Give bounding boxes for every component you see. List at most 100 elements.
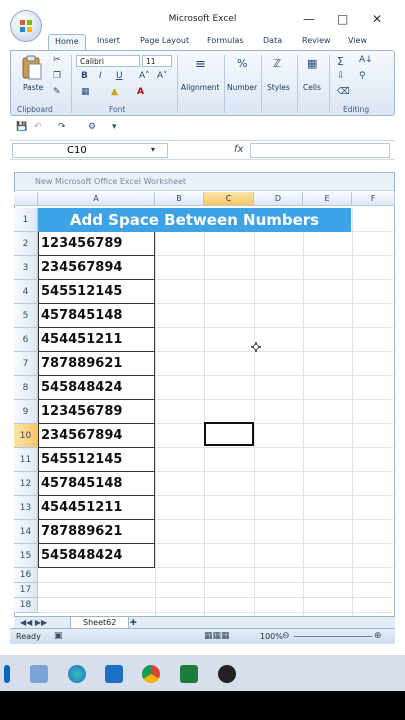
number-label[interactable]: Number: [227, 83, 257, 92]
name-box-dropdown-icon[interactable]: ▾: [151, 145, 155, 154]
cell-a5[interactable]: 457845148: [38, 304, 155, 328]
font-name-combo[interactable]: Calibri: [76, 55, 140, 67]
row-header-4[interactable]: 4: [14, 280, 38, 304]
paste-label[interactable]: Paste: [23, 83, 43, 92]
row-header-6[interactable]: 6: [14, 328, 38, 352]
row-header-18[interactable]: 18: [14, 598, 38, 613]
cell-a3[interactable]: 234567894: [38, 256, 155, 280]
column-header-e[interactable]: E: [303, 192, 352, 206]
row-header-11[interactable]: 11: [14, 448, 38, 472]
fill-icon[interactable]: ⇩: [337, 71, 345, 81]
title-cell[interactable]: Add Space Between Numbers: [38, 208, 351, 232]
row-header-12[interactable]: 12: [14, 472, 38, 496]
row-header-5[interactable]: 5: [14, 304, 38, 328]
cell-a2[interactable]: 123456789: [38, 232, 155, 256]
formula-input[interactable]: [250, 143, 390, 158]
cell-a14[interactable]: 787889621: [38, 520, 155, 544]
file-explorer-icon[interactable]: [30, 665, 48, 683]
column-header-a[interactable]: A: [38, 192, 155, 206]
save-icon[interactable]: 💾: [16, 122, 27, 132]
fill-color-icon[interactable]: ▲: [111, 87, 118, 97]
row-header-2[interactable]: 2: [14, 232, 38, 256]
close-icon[interactable]: ✕: [372, 12, 382, 26]
row-header-13[interactable]: 13: [14, 496, 38, 520]
alignment-label[interactable]: Alignment: [181, 83, 219, 92]
row-header-7[interactable]: 7: [14, 352, 38, 376]
grow-font-icon[interactable]: A˄: [139, 71, 150, 81]
cell-a8[interactable]: 545848424: [38, 376, 155, 400]
row-header-10[interactable]: 10: [14, 424, 38, 448]
minimize-icon[interactable]: —: [303, 12, 315, 26]
sort-filter-icon[interactable]: A↓: [359, 55, 373, 65]
cell-a13[interactable]: 454451211: [38, 496, 155, 520]
maximize-icon[interactable]: □: [337, 12, 348, 26]
cells-icon[interactable]: ▦: [307, 57, 317, 70]
italic-icon[interactable]: I: [99, 71, 102, 81]
customize-qat-icon[interactable]: ▾: [112, 122, 117, 132]
zoom-in-icon[interactable]: ⊕: [374, 631, 382, 641]
mail-icon[interactable]: [105, 665, 123, 683]
autosum-icon[interactable]: Σ: [337, 55, 344, 68]
redo-icon[interactable]: ↷: [58, 122, 66, 132]
excel-taskbar-icon[interactable]: [180, 665, 198, 683]
column-header-d[interactable]: D: [254, 192, 303, 206]
alignment-icon[interactable]: ≡: [195, 57, 206, 72]
underline-icon[interactable]: U: [116, 71, 123, 81]
column-header-c[interactable]: C: [204, 192, 254, 206]
styles-label[interactable]: Styles: [267, 83, 290, 92]
insert-sheet-icon[interactable]: ✚: [130, 618, 137, 627]
zoom-level[interactable]: 100%: [260, 632, 283, 641]
active-cell-c10[interactable]: [204, 422, 254, 446]
zoom-out-icon[interactable]: ⊖: [282, 631, 290, 641]
name-box[interactable]: C10: [12, 143, 168, 158]
bold-icon[interactable]: B: [81, 71, 88, 81]
app-taskbar-icon[interactable]: [218, 665, 236, 683]
paste-icon[interactable]: [21, 55, 43, 81]
tab-insert[interactable]: Insert: [97, 36, 120, 45]
cells-label[interactable]: Cells: [303, 83, 321, 92]
column-header-b[interactable]: B: [155, 192, 204, 206]
view-buttons-icon[interactable]: ▦▦▦: [204, 631, 230, 641]
macro-record-icon[interactable]: ▣: [54, 631, 63, 641]
cell-a6[interactable]: 454451211: [38, 328, 155, 352]
cell-a12[interactable]: 457845148: [38, 472, 155, 496]
borders-icon[interactable]: ▦: [81, 87, 90, 97]
cell-a4[interactable]: 545512145: [38, 280, 155, 304]
cell-a9[interactable]: 123456789: [38, 400, 155, 424]
cell-a10[interactable]: 234567894: [38, 424, 155, 448]
chrome-icon[interactable]: [142, 665, 160, 683]
start-icon[interactable]: [4, 665, 10, 683]
row-header-17[interactable]: 17: [14, 583, 38, 598]
row-header-9[interactable]: 9: [14, 400, 38, 424]
row-header-1[interactable]: 1: [14, 208, 38, 232]
shrink-font-icon[interactable]: A˅: [157, 71, 168, 81]
select-all-button[interactable]: [14, 192, 38, 206]
tab-page-layout[interactable]: Page Layout: [140, 36, 189, 45]
row-header-3[interactable]: 3: [14, 256, 38, 280]
cell-a15[interactable]: 545848424: [38, 544, 155, 568]
zoom-slider[interactable]: [294, 636, 372, 637]
font-size-combo[interactable]: 11: [142, 55, 172, 67]
tab-formulas[interactable]: Formulas: [207, 36, 244, 45]
custom-tool-icon[interactable]: ⚙: [88, 122, 96, 132]
tab-view[interactable]: View: [348, 36, 367, 45]
undo-icon[interactable]: ↶: [34, 122, 42, 132]
styles-icon[interactable]: ℤ: [273, 57, 281, 70]
row-header-15[interactable]: 15: [14, 544, 38, 568]
find-select-icon[interactable]: ⚲: [359, 71, 366, 81]
copy-icon[interactable]: ❐: [53, 71, 61, 81]
format-painter-icon[interactable]: ✎: [53, 87, 61, 97]
row-header-8[interactable]: 8: [14, 376, 38, 400]
row-header-14[interactable]: 14: [14, 520, 38, 544]
edge-icon[interactable]: [68, 665, 86, 683]
cut-icon[interactable]: ✂: [53, 55, 61, 65]
clear-icon[interactable]: ⌫: [337, 87, 350, 97]
font-color-icon[interactable]: A: [137, 87, 144, 97]
cell-a7[interactable]: 787889621: [38, 352, 155, 376]
tab-data[interactable]: Data: [263, 36, 282, 45]
number-format-icon[interactable]: %: [237, 57, 247, 70]
function-icon[interactable]: fx: [234, 144, 243, 155]
tab-home[interactable]: Home: [48, 34, 86, 50]
row-header-16[interactable]: 16: [14, 568, 38, 583]
cell-a11[interactable]: 545512145: [38, 448, 155, 472]
